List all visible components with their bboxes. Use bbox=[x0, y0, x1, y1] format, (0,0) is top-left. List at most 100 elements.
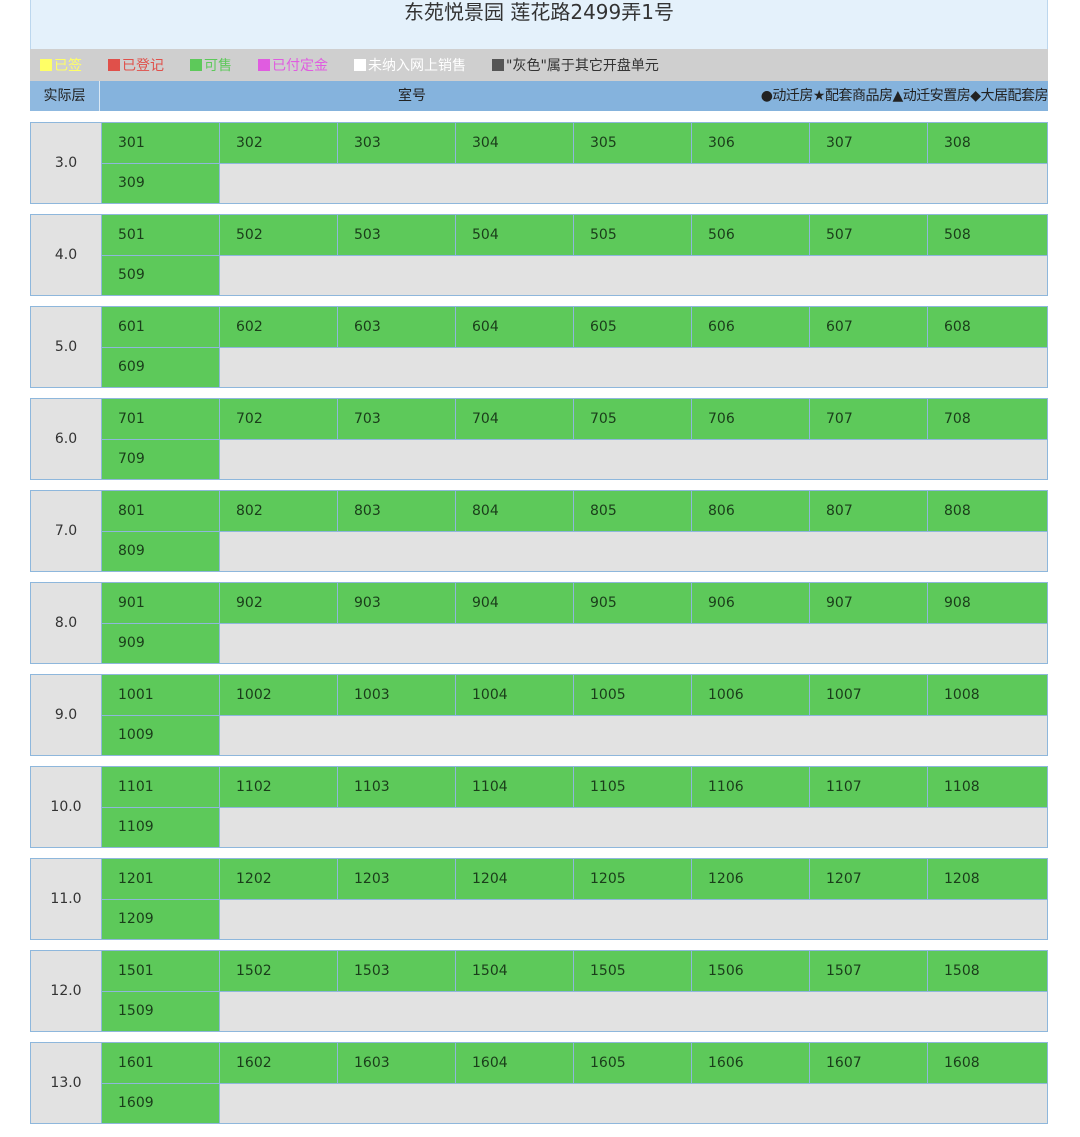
room-cell[interactable]: 807 bbox=[810, 491, 928, 531]
room-cell[interactable]: 1103 bbox=[338, 767, 456, 807]
room-cell[interactable]: 504 bbox=[456, 215, 574, 255]
room-cell[interactable]: 505 bbox=[574, 215, 692, 255]
room-cell[interactable]: 707 bbox=[810, 399, 928, 439]
room-cell[interactable]: 701 bbox=[102, 399, 220, 439]
room-cell[interactable]: 1506 bbox=[692, 951, 810, 991]
room-cell[interactable]: 1602 bbox=[220, 1043, 338, 1083]
floor-label: 11.0 bbox=[31, 859, 102, 939]
room-cell[interactable]: 1208 bbox=[928, 859, 1047, 899]
room-cell[interactable]: 809 bbox=[102, 531, 220, 571]
room-cell[interactable]: 308 bbox=[928, 123, 1047, 163]
room-cell[interactable]: 503 bbox=[338, 215, 456, 255]
room-cell[interactable]: 1105 bbox=[574, 767, 692, 807]
room-cell[interactable]: 901 bbox=[102, 583, 220, 623]
room-cell[interactable]: 703 bbox=[338, 399, 456, 439]
room-cell[interactable]: 1504 bbox=[456, 951, 574, 991]
room-cell[interactable]: 1004 bbox=[456, 675, 574, 715]
room-cell[interactable]: 905 bbox=[574, 583, 692, 623]
room-cell[interactable]: 602 bbox=[220, 307, 338, 347]
room-cell[interactable]: 1604 bbox=[456, 1043, 574, 1083]
room-cell[interactable]: 1003 bbox=[338, 675, 456, 715]
room-cell[interactable]: 1202 bbox=[220, 859, 338, 899]
room-cell[interactable]: 801 bbox=[102, 491, 220, 531]
room-cell[interactable]: 908 bbox=[928, 583, 1047, 623]
room-cell[interactable]: 1509 bbox=[102, 991, 220, 1031]
room-cell[interactable]: 806 bbox=[692, 491, 810, 531]
room-cell[interactable]: 608 bbox=[928, 307, 1047, 347]
room-cell[interactable]: 902 bbox=[220, 583, 338, 623]
room-cell[interactable]: 803 bbox=[338, 491, 456, 531]
room-cell[interactable]: 1201 bbox=[102, 859, 220, 899]
room-cell[interactable]: 1009 bbox=[102, 715, 220, 755]
room-cell[interactable]: 607 bbox=[810, 307, 928, 347]
room-cell[interactable]: 1101 bbox=[102, 767, 220, 807]
room-cell[interactable]: 808 bbox=[928, 491, 1047, 531]
room-cell[interactable]: 604 bbox=[456, 307, 574, 347]
room-cell[interactable]: 1002 bbox=[220, 675, 338, 715]
room-cell[interactable]: 309 bbox=[102, 163, 220, 203]
room-cell[interactable]: 1601 bbox=[102, 1043, 220, 1083]
room-cell[interactable]: 802 bbox=[220, 491, 338, 531]
room-cell[interactable]: 904 bbox=[456, 583, 574, 623]
room-cell[interactable]: 804 bbox=[456, 491, 574, 531]
room-cell[interactable]: 1607 bbox=[810, 1043, 928, 1083]
room-cell[interactable]: 304 bbox=[456, 123, 574, 163]
room-cell[interactable]: 903 bbox=[338, 583, 456, 623]
room-cell[interactable]: 509 bbox=[102, 255, 220, 295]
room-cell[interactable]: 805 bbox=[574, 491, 692, 531]
room-cell[interactable]: 1007 bbox=[810, 675, 928, 715]
room-cell[interactable]: 1104 bbox=[456, 767, 574, 807]
room-cell[interactable]: 702 bbox=[220, 399, 338, 439]
room-cell[interactable]: 1603 bbox=[338, 1043, 456, 1083]
room-cell[interactable]: 507 bbox=[810, 215, 928, 255]
room-cell[interactable]: 603 bbox=[338, 307, 456, 347]
room-cell[interactable]: 502 bbox=[220, 215, 338, 255]
room-cell[interactable]: 1005 bbox=[574, 675, 692, 715]
room-cell[interactable]: 1207 bbox=[810, 859, 928, 899]
room-cell[interactable]: 1605 bbox=[574, 1043, 692, 1083]
room-cell[interactable]: 605 bbox=[574, 307, 692, 347]
room-cell[interactable]: 303 bbox=[338, 123, 456, 163]
room-cell[interactable]: 1006 bbox=[692, 675, 810, 715]
room-cell[interactable]: 1008 bbox=[928, 675, 1047, 715]
room-cell[interactable]: 1102 bbox=[220, 767, 338, 807]
room-cell[interactable]: 1108 bbox=[928, 767, 1047, 807]
room-cell[interactable]: 301 bbox=[102, 123, 220, 163]
room-cell[interactable]: 1205 bbox=[574, 859, 692, 899]
room-cell[interactable]: 1001 bbox=[102, 675, 220, 715]
room-cell[interactable]: 1503 bbox=[338, 951, 456, 991]
room-cell[interactable]: 1206 bbox=[692, 859, 810, 899]
room-cell[interactable]: 501 bbox=[102, 215, 220, 255]
room-cell[interactable]: 307 bbox=[810, 123, 928, 163]
room-cell[interactable]: 1507 bbox=[810, 951, 928, 991]
room-cell[interactable]: 305 bbox=[574, 123, 692, 163]
room-cell[interactable]: 1209 bbox=[102, 899, 220, 939]
room-cell[interactable]: 609 bbox=[102, 347, 220, 387]
room-cell[interactable]: 506 bbox=[692, 215, 810, 255]
room-cell[interactable]: 1106 bbox=[692, 767, 810, 807]
room-cell[interactable]: 1203 bbox=[338, 859, 456, 899]
room-cell[interactable]: 1502 bbox=[220, 951, 338, 991]
room-cell[interactable]: 1606 bbox=[692, 1043, 810, 1083]
room-cell[interactable]: 709 bbox=[102, 439, 220, 479]
room-cell[interactable]: 606 bbox=[692, 307, 810, 347]
room-cell[interactable]: 601 bbox=[102, 307, 220, 347]
room-cell[interactable]: 302 bbox=[220, 123, 338, 163]
room-cell[interactable]: 705 bbox=[574, 399, 692, 439]
room-cell[interactable]: 708 bbox=[928, 399, 1047, 439]
room-cell[interactable]: 1107 bbox=[810, 767, 928, 807]
room-cell[interactable]: 1609 bbox=[102, 1083, 220, 1123]
room-cell[interactable]: 906 bbox=[692, 583, 810, 623]
room-cell[interactable]: 907 bbox=[810, 583, 928, 623]
room-cell[interactable]: 306 bbox=[692, 123, 810, 163]
room-cell[interactable]: 508 bbox=[928, 215, 1047, 255]
room-cell[interactable]: 909 bbox=[102, 623, 220, 663]
room-cell[interactable]: 1508 bbox=[928, 951, 1047, 991]
room-cell[interactable]: 706 bbox=[692, 399, 810, 439]
room-cell[interactable]: 1608 bbox=[928, 1043, 1047, 1083]
room-cell[interactable]: 704 bbox=[456, 399, 574, 439]
room-cell[interactable]: 1109 bbox=[102, 807, 220, 847]
room-cell[interactable]: 1505 bbox=[574, 951, 692, 991]
room-cell[interactable]: 1501 bbox=[102, 951, 220, 991]
room-cell[interactable]: 1204 bbox=[456, 859, 574, 899]
